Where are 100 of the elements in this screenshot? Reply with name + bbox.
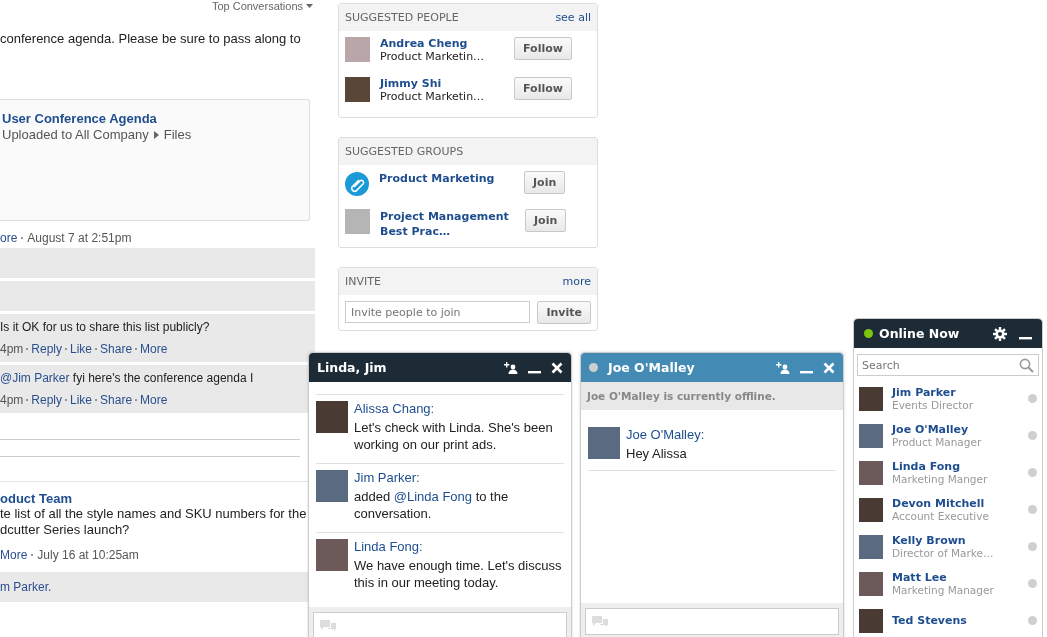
action-link[interactable]: Like	[70, 342, 93, 356]
timestamp: July 16 at 10:25am	[37, 548, 139, 562]
action-link[interactable]: Share	[100, 342, 133, 356]
add-person-icon[interactable]	[504, 361, 518, 374]
join-button[interactable]: Join	[525, 209, 567, 232]
contact-role: Events Director	[892, 399, 975, 411]
contact-name: Joe O'Malley	[892, 423, 970, 436]
post-text: dcutter Series launch?	[0, 522, 131, 538]
comment-text: Is it OK for us to share this list publicly?	[0, 320, 210, 334]
timestamp: 4pm	[0, 393, 24, 407]
contact-role: Account Executive	[892, 510, 990, 522]
contact-name: Kelly Brown	[892, 534, 967, 547]
mention-link[interactable]: @Jim Parker	[0, 371, 70, 385]
action-link[interactable]: Reply	[31, 393, 63, 407]
meta-link[interactable]: More	[0, 548, 28, 562]
close-icon[interactable]	[551, 361, 563, 374]
avatar-placeholder	[859, 608, 883, 633]
timestamp: August 7 at 2:51pm	[27, 231, 132, 245]
invite-button[interactable]: Invite	[537, 301, 591, 324]
contact-name: Matt Lee	[892, 571, 948, 584]
avatar-placeholder	[316, 470, 348, 502]
group-name[interactable]: Project Management Best Prac…	[380, 209, 515, 239]
contact-name: Ted Stevens	[892, 614, 968, 627]
avatar-placeholder	[316, 401, 348, 433]
avatar-placeholder	[859, 497, 883, 522]
message-field[interactable]	[313, 612, 567, 637]
panel-title: SUGGESTED GROUPS	[345, 145, 464, 158]
person-role: Product Marketin…	[380, 50, 486, 63]
contact-item[interactable]: Ted Stevens	[859, 602, 1037, 637]
person-name[interactable]: Andrea Cheng	[380, 37, 504, 50]
panel-title: Online Now	[879, 326, 961, 341]
search-field[interactable]: Search	[857, 354, 1039, 376]
message-text: Let's check with Linda. She's been working on our print ads.	[354, 419, 554, 453]
avatar-placeholder	[316, 539, 348, 571]
panel-title: SUGGESTED PEOPLE	[345, 11, 459, 24]
join-button[interactable]: Join	[524, 171, 566, 194]
message-author[interactable]: Jim Parker:	[354, 470, 564, 485]
timestamp: 4pm	[0, 342, 24, 356]
invite-field[interactable]: Invite people to join	[345, 301, 531, 323]
group-name[interactable]: Product Marketing	[379, 171, 514, 186]
message-text: added @Linda Fong to the conversation.	[354, 488, 510, 522]
search-icon	[1019, 358, 1034, 373]
chat-bubble-icon	[320, 619, 336, 632]
contact-name: Linda Fong	[892, 460, 962, 473]
meta-link[interactable]: ore	[0, 231, 18, 245]
avatar-placeholder	[859, 386, 883, 411]
avatar-placeholder	[859, 460, 883, 485]
attachment-title[interactable]: User Conference Agenda	[2, 111, 157, 126]
message-field[interactable]	[585, 608, 839, 635]
contact-item[interactable]: Matt Lee Marketing Manager	[859, 565, 1037, 602]
chat-bubble-icon	[592, 615, 608, 628]
message-author[interactable]: Joe O'Malley:	[626, 427, 705, 442]
panel-title: INVITE	[345, 275, 381, 288]
group-name[interactable]: oduct Team	[0, 491, 72, 506]
reply-field[interactable]	[0, 439, 300, 457]
mention-link[interactable]: @Linda Fong	[393, 489, 472, 504]
message-text: We have enough time. Let's discuss this in our meeting today.	[354, 557, 563, 591]
avatar-placeholder	[859, 571, 883, 596]
post-text: te list of all the style names and SKU numbers for the	[0, 506, 308, 522]
post-text: conference agenda. Please be sure to pass along to	[0, 31, 301, 47]
caret-icon	[306, 4, 313, 8]
settings-icon[interactable]	[993, 326, 1007, 341]
group-photo-placeholder	[345, 209, 370, 234]
contact-name: Devon Mitchell	[892, 497, 986, 510]
sort-menu[interactable]: Top Conversations	[211, 0, 313, 12]
contact-role: Marketing Manager	[892, 584, 995, 596]
avatar-placeholder	[859, 534, 883, 559]
attachment-location: Uploaded to All Company	[2, 127, 149, 142]
see-all-link[interactable]: see all	[555, 11, 591, 24]
follow-button[interactable]: Follow	[514, 37, 572, 60]
liker-link[interactable]: m Parker.	[0, 580, 52, 594]
offline-notice: Joe O'Malley is currently offline.	[581, 382, 843, 410]
person-name[interactable]: Jimmy Shi	[380, 77, 504, 90]
contact-role: Director of Marke…	[892, 547, 995, 559]
action-link[interactable]: Like	[70, 393, 93, 407]
chat-title: Joe O'Malley	[608, 360, 696, 375]
action-link[interactable]: More	[140, 393, 168, 407]
caret-icon	[153, 130, 159, 139]
more-link[interactable]: more	[562, 275, 591, 288]
contact-item[interactable]: Kelly Brown Director of Marke…	[859, 528, 1037, 565]
message-author[interactable]: Linda Fong:	[354, 539, 564, 554]
avatar-placeholder	[345, 37, 370, 62]
contact-role: Marketing Manger	[892, 473, 989, 485]
avatar-placeholder	[588, 427, 620, 459]
person-role: Product Marketin…	[380, 90, 486, 103]
message-author[interactable]: Alissa Chang:	[354, 401, 564, 416]
contact-item[interactable]: Linda Fong Marketing Manger	[859, 454, 1037, 491]
avatar-placeholder	[345, 77, 370, 102]
contact-item[interactable]: Joe O'Malley Product Manager	[859, 417, 1037, 454]
contact-item[interactable]: Devon Mitchell Account Executive	[859, 491, 1037, 528]
contact-name: Jim Parker	[892, 386, 957, 399]
action-link[interactable]: Share	[100, 393, 133, 407]
attachment-folder: Files	[163, 127, 192, 142]
message-text: Hey Alissa	[626, 445, 688, 462]
action-link[interactable]: Reply	[31, 342, 63, 356]
contact-item[interactable]: Jim Parker Events Director	[859, 380, 1037, 417]
action-link[interactable]: More	[140, 342, 168, 356]
paperclip-icon	[345, 172, 369, 196]
comment-text: @Jim Parker fyi here's the conference agenda I	[0, 371, 254, 385]
follow-button[interactable]: Follow	[514, 77, 572, 100]
